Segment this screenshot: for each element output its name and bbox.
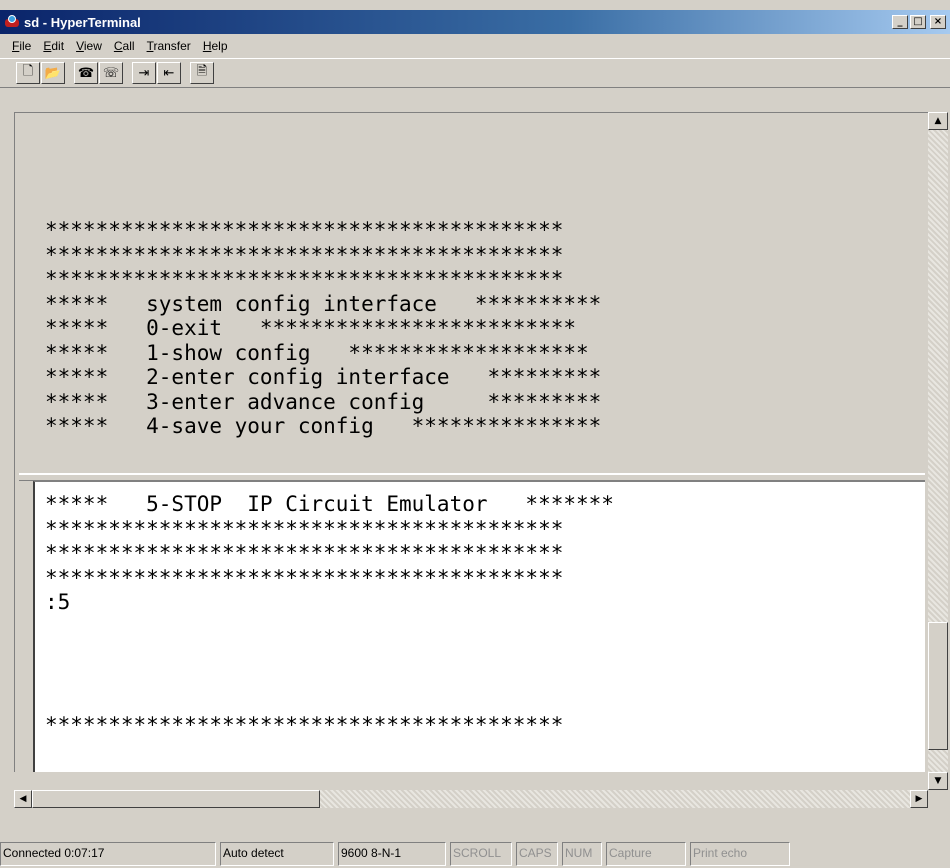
backscroll-divider (19, 473, 925, 481)
backscroll-buffer: ****************************************… (45, 218, 915, 439)
menu-bar: File Edit View Call Transfer Help (0, 36, 950, 56)
status-capture: Capture (606, 842, 686, 866)
vertical-scrollbar[interactable]: ▲ ▼ (928, 112, 948, 790)
terminal-prompt-line: :5 (45, 590, 71, 614)
terminal-line: ***** 0-exit ************************* (45, 316, 577, 340)
scroll-right-arrow-icon[interactable]: ▶ (910, 790, 928, 808)
terminal-line: ****************************************… (45, 712, 564, 737)
terminal-line: ***** 2-enter config interface ********* (45, 365, 602, 389)
status-print-echo: Print echo (690, 842, 790, 866)
terminal-live-area[interactable]: ***** 5-STOP IP Circuit Emulator *******… (33, 481, 925, 772)
status-connected: Connected 0:07:17 (0, 842, 216, 866)
status-detect: Auto detect (220, 842, 334, 866)
terminal-line: ****************************************… (45, 218, 564, 242)
maximize-button[interactable]: □ (910, 15, 926, 29)
scroll-down-arrow-icon[interactable]: ▼ (928, 772, 948, 790)
terminal-line: ****************************************… (45, 541, 564, 565)
call-phone-icon[interactable]: ☎ (74, 62, 98, 84)
menu-view[interactable]: View (70, 39, 108, 53)
terminal-line: ***** 4-save your config *************** (45, 414, 602, 438)
terminal-line: ****************************************… (45, 242, 564, 267)
menu-file[interactable]: File (6, 39, 37, 53)
scroll-up-arrow-icon[interactable]: ▲ (928, 112, 948, 130)
horizontal-scroll-thumb[interactable] (32, 790, 320, 808)
status-settings: 9600 8-N-1 (338, 842, 446, 866)
send-file-icon[interactable]: ⇥ (132, 62, 156, 84)
receive-file-icon[interactable]: ⇤ (157, 62, 181, 84)
minimize-button[interactable]: _ (892, 15, 908, 29)
status-caps: CAPS (516, 842, 558, 866)
properties-icon[interactable]: 🗎 (190, 62, 214, 84)
terminal-line: ***** 3-enter advance config ********* (45, 389, 602, 414)
horizontal-scrollbar[interactable]: ◀ ▶ (14, 790, 928, 808)
hyperterminal-window: sd - HyperTerminal _ □ × File Edit View … (0, 0, 950, 868)
status-bar: Connected 0:07:17 Auto detect 9600 8-N-1… (0, 840, 950, 868)
menu-call[interactable]: Call (108, 39, 141, 53)
toolbar: 🗋 📂 ☎ ☏ ⇥ ⇤ 🗎 (0, 58, 950, 88)
menu-edit[interactable]: Edit (37, 39, 70, 53)
menu-help[interactable]: Help (197, 39, 234, 53)
terminal-line: ****************************************… (45, 516, 564, 541)
terminal-line: ***** 1-show config ******************* (45, 340, 589, 365)
vertical-scroll-thumb[interactable] (928, 622, 948, 750)
title-bar[interactable]: sd - HyperTerminal _ □ × (0, 10, 950, 34)
terminal-screen[interactable]: ****************************************… (14, 112, 928, 772)
terminal-line: ****************************************… (45, 267, 564, 291)
scroll-left-arrow-icon[interactable]: ◀ (14, 790, 32, 808)
menu-transfer[interactable]: Transfer (141, 39, 197, 53)
terminal-line: ***** 5-STOP IP Circuit Emulator ******* (45, 492, 614, 516)
terminal-line: ****************************************… (45, 565, 564, 590)
disconnect-phone-icon[interactable]: ☏ (99, 62, 123, 84)
status-num: NUM (562, 842, 602, 866)
open-folder-icon[interactable]: 📂 (41, 62, 65, 84)
hyperterminal-app-icon[interactable] (4, 14, 20, 30)
close-button[interactable]: × (930, 15, 946, 29)
new-document-icon[interactable]: 🗋 (16, 62, 40, 84)
terminal-line: ***** system config interface ********** (45, 291, 602, 316)
status-scroll: SCROLL (450, 842, 512, 866)
window-title: sd - HyperTerminal (24, 14, 141, 30)
